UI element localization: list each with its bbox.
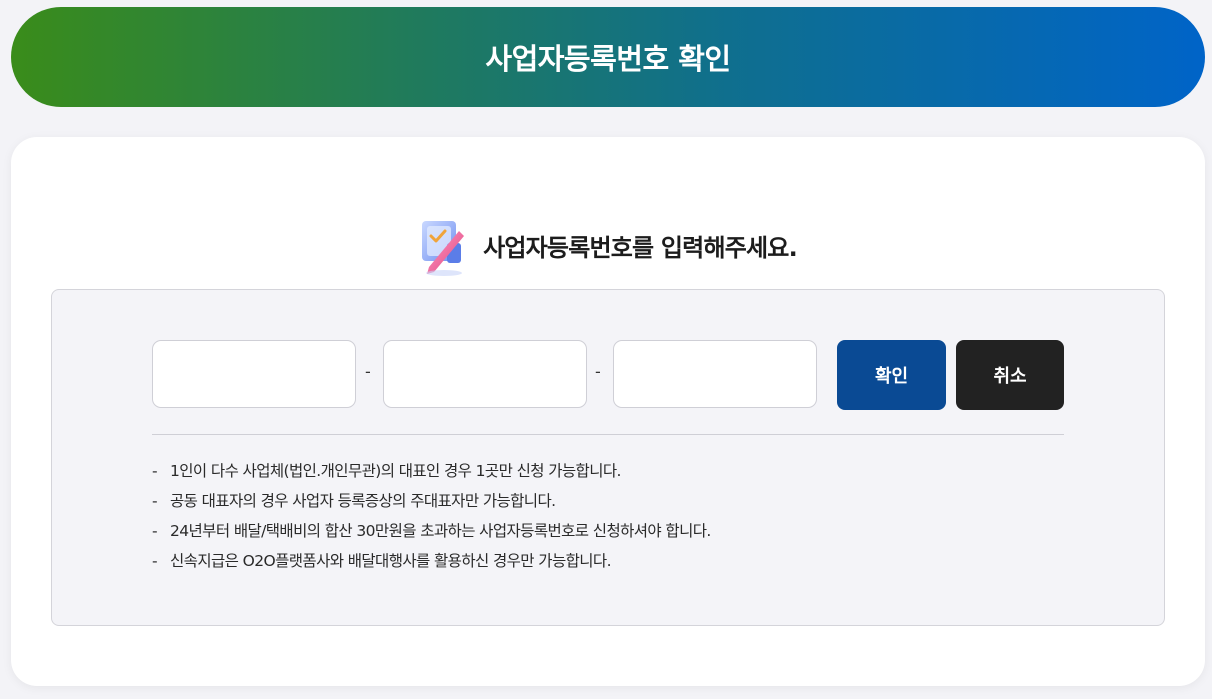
notice-item: -24년부터 배달/택배비의 합산 30만원을 초과하는 사업자등록번호로 신청… (152, 522, 711, 540)
form-heading: 사업자등록번호를 입력해주세요. (11, 213, 1205, 277)
notice-item: - 신속지급은 O2O플랫폼사와 배달대행사를 활용하신 경우만 가능합니다. (152, 552, 612, 570)
checklist-pencil-icon (422, 221, 465, 276)
business-number-part1-input[interactable] (152, 340, 356, 408)
confirm-button[interactable]: 확인 (837, 340, 946, 410)
form-heading-text: 사업자등록번호를 입력해주세요. (483, 233, 798, 262)
business-number-part2-input[interactable] (383, 340, 587, 408)
business-number-part3-input[interactable] (613, 340, 817, 408)
divider (152, 434, 1064, 435)
notice-item: - 공동 대표자의 경우 사업자 등록증상의 주대표자만 가능합니다. (152, 492, 556, 510)
notice-list: -1인이 다수 사업체(법인.개인무관)의 대표인 경우 1곳만 신청 가능합니… (152, 456, 711, 576)
separator-dash: - (365, 362, 371, 381)
notice-item: -1인이 다수 사업체(법인.개인무관)의 대표인 경우 1곳만 신청 가능합니… (152, 462, 621, 480)
input-panel: - - 확인 취소 -1인이 다수 사업체(법인.개인무관)의 대표인 경우 1… (51, 289, 1165, 626)
business-number-card: 사업자등록번호를 입력해주세요. - - 확인 취소 -1인이 다수 사업체(법… (11, 137, 1205, 686)
page-title: 사업자등록번호 확인 (485, 42, 731, 76)
page-header-banner: 사업자등록번호 확인 (11, 7, 1205, 107)
cancel-button[interactable]: 취소 (956, 340, 1064, 410)
separator-dash: - (595, 362, 601, 381)
